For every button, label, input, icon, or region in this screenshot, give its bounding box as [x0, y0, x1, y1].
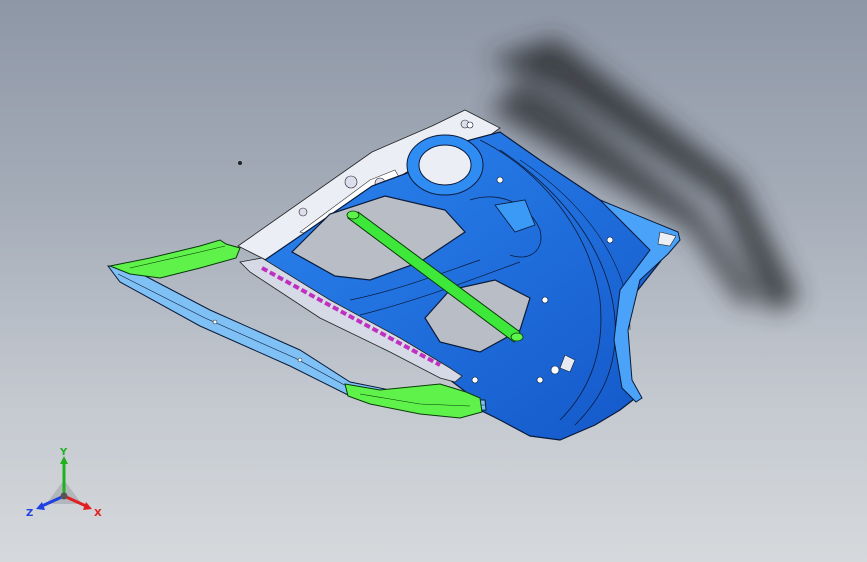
triad-origin — [60, 492, 68, 500]
z-axis-label: Z — [26, 508, 33, 519]
model-scene[interactable] — [0, 0, 867, 562]
reference-triad[interactable]: Y X Z — [22, 446, 108, 526]
upper-reinforcement[interactable] — [108, 239, 241, 279]
x-axis-label: X — [94, 508, 102, 519]
graphics-viewport[interactable]: Y X Z — [0, 0, 867, 562]
y-axis-label: Y — [59, 447, 68, 458]
